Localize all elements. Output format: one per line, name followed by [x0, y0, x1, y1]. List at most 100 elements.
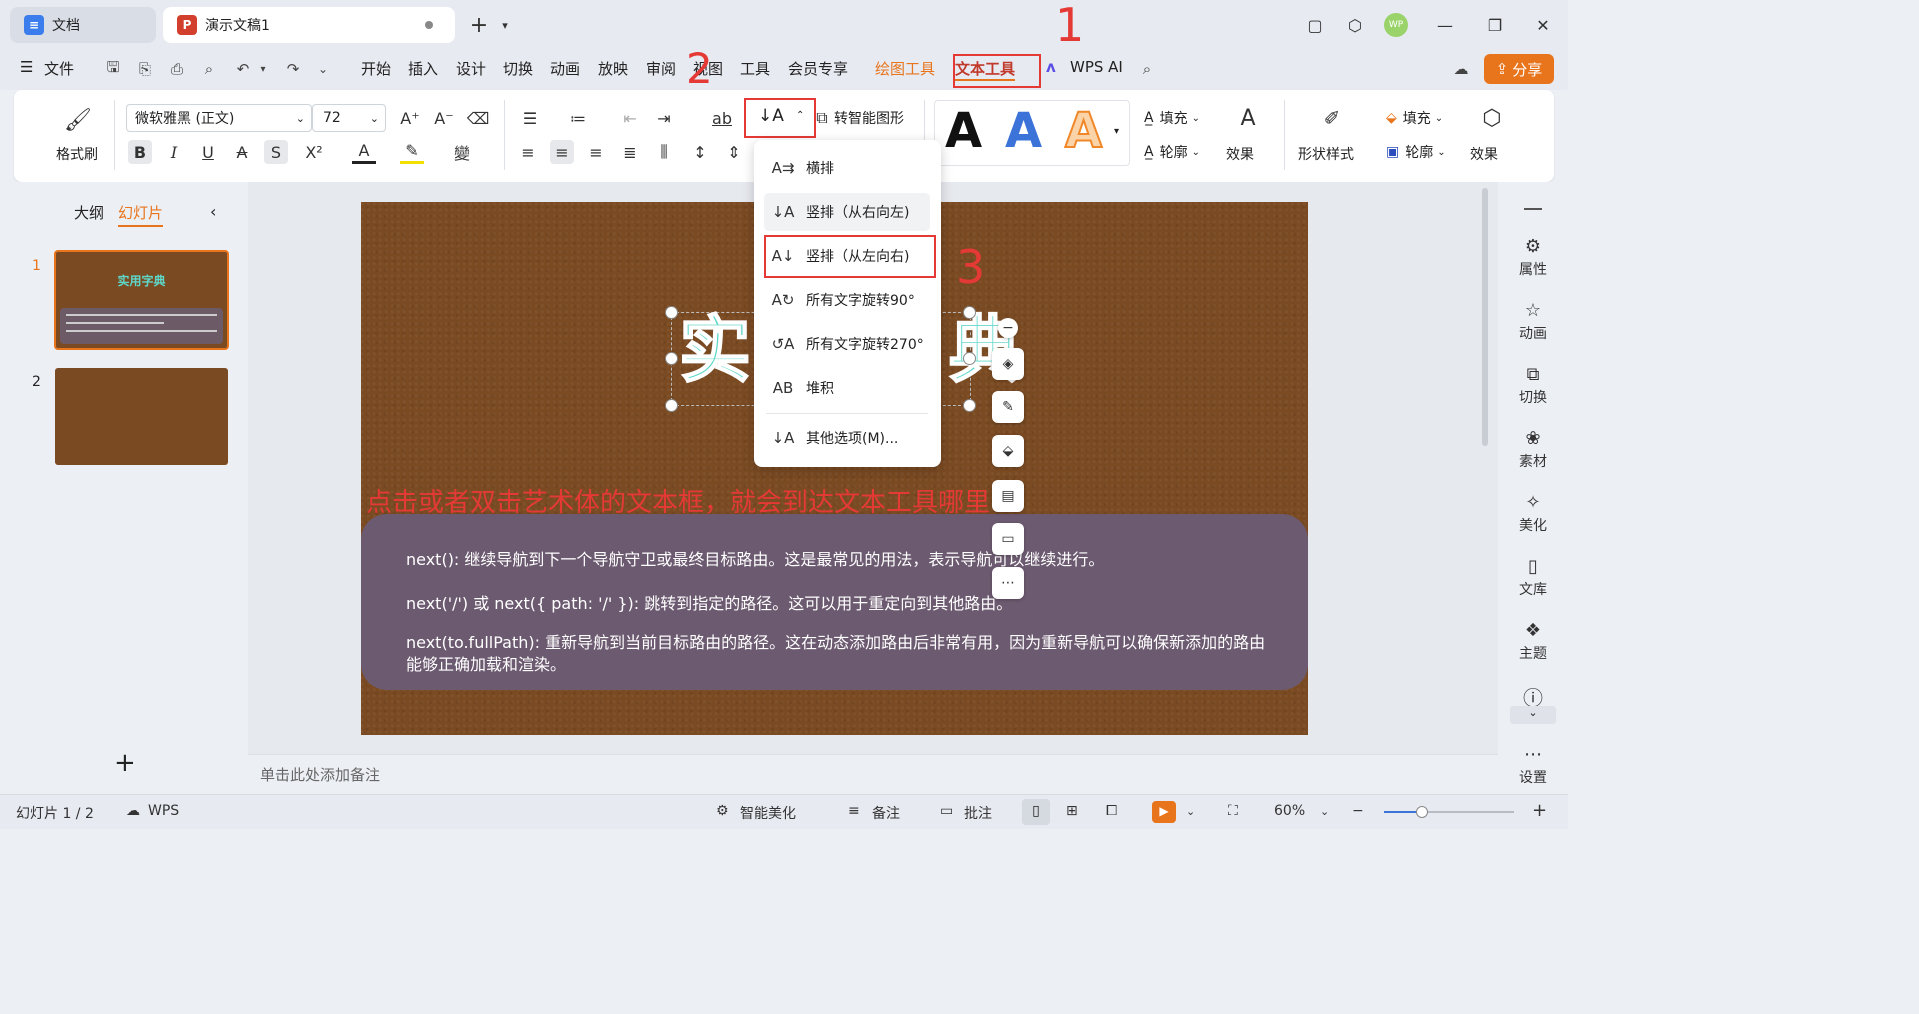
brush-icon[interactable]: ✎ [992, 391, 1024, 423]
smart-shape-icon[interactable]: ⧉ [810, 106, 834, 130]
menu-wps-ai[interactable]: WPS AI [1070, 58, 1123, 76]
sidebar-item-theme[interactable]: ❖ 主题 [1498, 620, 1568, 663]
format-painter-label[interactable]: 格式刷 [56, 144, 98, 164]
comment-button[interactable]: 批注 [964, 803, 992, 823]
slide-text-block[interactable]: next(): 继续导航到下一个导航守卫或最终目标路由。这是最常见的用法，表示导… [361, 514, 1308, 690]
avatar[interactable]: WP [1384, 13, 1408, 37]
share-button[interactable]: ⇪ 分享 [1484, 54, 1554, 84]
sidebar-item-animation[interactable]: ☆ 动画 [1498, 300, 1568, 343]
slide-thumbnail-1[interactable]: 实用字典 [54, 250, 229, 350]
numbered-list-icon[interactable]: ≔ [566, 106, 590, 130]
cloud-upload-icon[interactable]: ☁ [1450, 58, 1472, 80]
close-icon[interactable]: ✕ [1530, 12, 1556, 38]
menu-drawing-tools[interactable]: 绘图工具 [875, 58, 935, 79]
normal-view-icon[interactable]: ▯ [1022, 799, 1050, 825]
text-fill-button[interactable]: A̲ 填充 ⌄ [1144, 108, 1200, 128]
font-name-select[interactable]: 微软雅黑 (正文) ⌄ [126, 104, 312, 132]
layers-icon[interactable]: ◈ [992, 348, 1024, 380]
more-icon[interactable]: ⋯ [992, 567, 1024, 599]
tab-document[interactable]: ≡ 文档 [10, 7, 156, 43]
resize-handle[interactable] [665, 352, 678, 365]
text-direction-button[interactable]: ↓A ⌃ [744, 98, 816, 138]
menu-item-more-options[interactable]: ↓A 其他选项(M)... [764, 419, 930, 457]
shape-fill-button[interactable]: ⬙ 填充 ⌄ [1386, 108, 1443, 128]
text-style-gallery[interactable]: A A A [934, 100, 1130, 166]
comment-icon[interactable]: ▭ [940, 803, 953, 819]
justify-icon[interactable]: ≣ [618, 140, 642, 164]
play-chevron-icon[interactable]: ⌄ [1186, 805, 1195, 818]
resize-handle[interactable] [963, 352, 976, 365]
highlight-icon[interactable]: ✎ [400, 140, 424, 164]
smart-beautify-button[interactable]: 智能美化 [740, 803, 796, 823]
font-color-icon[interactable]: A [352, 140, 376, 164]
text-style-blue[interactable]: A [1005, 103, 1042, 159]
bold-icon[interactable]: B [128, 140, 152, 164]
export-icon[interactable]: ⎘ [134, 58, 156, 80]
text-style-orange[interactable]: A [1064, 102, 1103, 160]
undo-chevron-icon[interactable]: ▾ [252, 58, 274, 80]
align-center-icon[interactable]: ≡ [550, 140, 574, 164]
menu-home[interactable]: 开始 [361, 58, 391, 79]
text-outline-button[interactable]: A̲ 轮廓 ⌄ [1144, 142, 1200, 162]
menu-animation[interactable]: 动画 [550, 58, 580, 79]
notes-area[interactable]: 单击此处添加备注 [248, 754, 1498, 794]
fit-window-icon[interactable]: ⛶ [1228, 803, 1238, 819]
collapse-panel-icon[interactable]: ‹ [210, 202, 216, 221]
grid-view-icon[interactable]: ⊞ [1066, 803, 1078, 819]
menu-item-vertical-rtl[interactable]: ↓A 竖排（从右向左) [764, 193, 930, 231]
sidebar-item-settings[interactable]: ⋯ 设置 [1498, 744, 1568, 787]
tab-presentation[interactable]: P 演示文稿1 [163, 7, 455, 43]
tab-outline[interactable]: 大纲 [74, 202, 104, 223]
menu-item-stacked[interactable]: AB 堆积 [764, 369, 930, 407]
format-painter-icon[interactable]: 🖌 [64, 108, 92, 133]
gallery-expand-icon[interactable]: ▾ [1114, 126, 1119, 137]
menu-insert[interactable]: 插入 [408, 58, 438, 79]
sidebar-item-beautify[interactable]: ✧ 美化 [1498, 492, 1568, 535]
slide-thumbnail-2[interactable] [55, 368, 228, 465]
bullet-list-icon[interactable]: ☰ [518, 106, 542, 130]
text-style-black[interactable]: A [945, 103, 982, 159]
increase-indent-icon[interactable]: ⇥ [652, 106, 676, 130]
shape-style-icon[interactable]: ✐ [1320, 106, 1344, 130]
menu-design[interactable]: 设计 [456, 58, 486, 79]
resize-handle[interactable] [665, 399, 678, 412]
shape-effect-label[interactable]: 效果 [1470, 144, 1498, 164]
text-effect-label[interactable]: 效果 [1226, 144, 1254, 164]
menu-file[interactable]: 文件 [44, 58, 74, 79]
menu-transition[interactable]: 切换 [503, 58, 533, 79]
paragraph-spacing-icon[interactable]: ⇕ [722, 140, 746, 164]
redo-icon[interactable]: ↷ [282, 58, 304, 80]
zoom-slider[interactable] [1384, 806, 1514, 818]
tab-slides[interactable]: 幻灯片 [118, 202, 164, 227]
decrease-indent-icon[interactable]: ⇤ [618, 106, 642, 130]
increase-font-icon[interactable]: A⁺ [398, 106, 422, 130]
wps-cloud-icon[interactable]: ☁ [126, 803, 140, 819]
window-mode-icon[interactable]: ▢ [1302, 12, 1328, 38]
zoom-chevron-icon[interactable]: ⌄ [1320, 805, 1329, 818]
text-box-icon[interactable]: ▤ [992, 480, 1024, 512]
more-chevron-icon[interactable]: ⌄ [312, 58, 334, 80]
menu-slideshow[interactable]: 放映 [598, 58, 628, 79]
minimize-icon[interactable]: — [1432, 12, 1458, 38]
align-right-icon[interactable]: ≡ [584, 140, 608, 164]
new-tab-icon[interactable]: + [466, 12, 492, 38]
sidebar-item-transition[interactable]: ⧉ 切换 [1498, 364, 1568, 407]
resize-handle[interactable] [963, 399, 976, 412]
save-icon[interactable]: 🖫 [102, 58, 124, 80]
menu-review[interactable]: 审阅 [646, 58, 676, 79]
clear-format-icon[interactable]: ⌫ [466, 106, 490, 130]
italic-icon[interactable]: I [162, 140, 186, 164]
resize-handle[interactable] [665, 306, 678, 319]
menu-item-horizontal[interactable]: A⇉ 横排 [764, 149, 930, 187]
strikethrough-icon[interactable]: A [230, 140, 254, 164]
play-icon[interactable]: ▶ [1152, 801, 1176, 823]
text-effect-icon[interactable]: A [1236, 106, 1260, 131]
comment-icon[interactable]: ▭ [992, 523, 1024, 555]
wps-label[interactable]: WPS [148, 803, 179, 819]
undo-icon[interactable]: ↶ [232, 58, 254, 80]
smart-shape-label[interactable]: 转智能图形 [834, 108, 904, 128]
print-preview-icon[interactable]: ⌕ [198, 58, 220, 80]
phonetic-icon[interactable]: 變 [450, 140, 474, 164]
align-left-icon[interactable]: ≡ [516, 140, 540, 164]
unsaved-dot-icon[interactable] [425, 21, 433, 29]
